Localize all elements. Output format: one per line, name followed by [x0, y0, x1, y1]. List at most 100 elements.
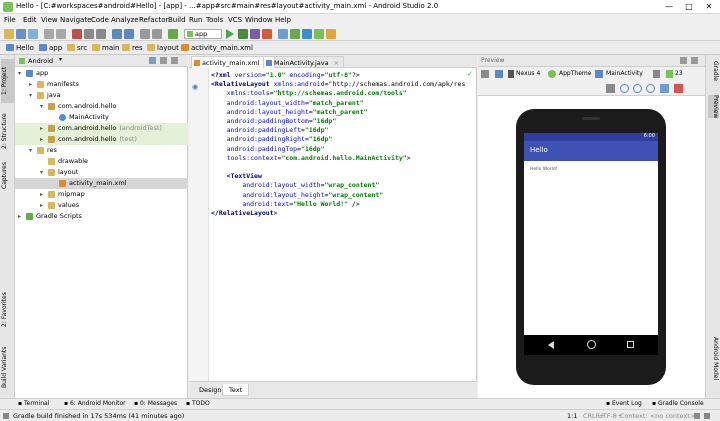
menu-file[interactable]: File [4, 16, 16, 24]
tree-item[interactable]: ▾ res [15, 145, 188, 156]
undo-icon[interactable] [44, 29, 54, 39]
menu-help[interactable]: Help [275, 16, 291, 24]
gear-icon[interactable] [680, 57, 687, 64]
todo-tool[interactable]: ▪ TODO [186, 400, 210, 407]
tool-tab-structure[interactable]: 2: Structure [1, 107, 14, 155]
menu-window[interactable]: Window [245, 16, 273, 24]
lock-icon[interactable] [694, 413, 700, 419]
render-errors-icon[interactable] [674, 84, 683, 93]
attach-debugger-icon[interactable] [250, 29, 260, 39]
zoom-actual-size-icon[interactable] [606, 84, 615, 93]
debug-icon[interactable] [238, 29, 248, 39]
editor-tab-main-activity[interactable]: MainActivity.java × [263, 56, 345, 68]
tree-item[interactable]: ▸ mipmap [15, 189, 188, 200]
refresh-icon[interactable] [660, 84, 669, 93]
tree-expand-icon[interactable]: ▸ [18, 211, 21, 222]
menu-view[interactable]: View [41, 16, 58, 24]
tool-tab-captures[interactable]: Captures [1, 159, 14, 193]
sync-icon[interactable] [28, 29, 38, 39]
minimize-button[interactable]: — [660, 1, 678, 12]
activity-select[interactable]: MainActivity [606, 70, 643, 77]
breadcrumb-res[interactable]: res [120, 43, 146, 53]
inspector-icon[interactable] [704, 413, 710, 419]
menu-code[interactable]: Code [91, 16, 109, 24]
run-icon[interactable] [226, 29, 234, 39]
android-monitor-tool[interactable]: ▪ 6: Android Monitor [64, 400, 126, 407]
project-view-mode[interactable]: Android [28, 57, 53, 65]
layout-options-icon[interactable] [481, 70, 489, 78]
tree-item[interactable]: ▾ com.android.hello [15, 101, 188, 112]
tree-item[interactable]: MainActivity [15, 112, 188, 123]
hide-panel-icon[interactable] [691, 57, 698, 64]
help-icon[interactable] [326, 29, 336, 39]
maximize-button[interactable]: □ [680, 1, 698, 12]
tree-item[interactable]: ▾ layout [15, 167, 188, 178]
breadcrumb-layout[interactable]: layout [145, 43, 182, 53]
menu-vcs[interactable]: VCS [228, 16, 242, 24]
device-select[interactable]: Nexus 4 [516, 70, 540, 77]
tree-item[interactable]: ▸ com.android.hello (test) [15, 134, 188, 145]
hide-panel-icon[interactable] [171, 57, 178, 64]
tree-expand-icon[interactable]: ▾ [40, 167, 43, 178]
close-icon[interactable]: × [334, 59, 339, 67]
tree-expand-icon[interactable]: ▾ [18, 68, 21, 79]
tree-expand-icon[interactable]: ▸ [40, 200, 43, 211]
tool-tab-project[interactable]: 1: Project [1, 59, 14, 103]
cut-icon[interactable] [72, 29, 82, 39]
menu-edit[interactable]: Edit [23, 16, 37, 24]
android-icon[interactable] [314, 29, 324, 39]
menu-refactor[interactable]: Refactor [139, 16, 168, 24]
tree-item[interactable]: ▾ java [15, 90, 188, 101]
tree-item[interactable]: activity_main.xml [15, 178, 188, 189]
close-button[interactable]: ✕ [700, 1, 718, 12]
tool-tab-favorites[interactable]: 2: Favorites [1, 287, 14, 333]
tree-item[interactable]: ▸ com.android.hello (androidTest) [15, 123, 188, 134]
context-indicator[interactable]: Context: <no context> [620, 412, 695, 420]
hello-world-text[interactable]: Hello World! [530, 167, 558, 172]
breadcrumb-src[interactable]: src [65, 43, 90, 53]
chevron-down-icon[interactable]: ▾ [59, 56, 62, 63]
sdk-manager-icon[interactable] [290, 29, 300, 39]
copy-icon[interactable] [84, 29, 94, 39]
tree-expand-icon[interactable]: ▾ [29, 145, 32, 156]
menu-run[interactable]: Run [189, 16, 202, 24]
navigate-to-activity-icon[interactable]: ◉ [192, 83, 198, 91]
tool-tab-preview[interactable]: Preview [708, 95, 719, 119]
breadcrumb-file[interactable]: activity_main.xml [179, 43, 256, 53]
event-log-tool[interactable]: ▪ Event Log [606, 400, 642, 407]
theme-select[interactable]: AppTheme [559, 70, 591, 77]
messages-tool[interactable]: ▪ 0: Messages [134, 400, 177, 407]
terminal-tool[interactable]: ▪ Terminal [18, 400, 49, 407]
menu-tools[interactable]: Tools [206, 16, 223, 24]
tool-tab-build-variants[interactable]: Build Variants [1, 341, 14, 393]
tool-tab-gradle[interactable]: Gradle [708, 61, 719, 81]
zoom-fit-icon[interactable] [620, 84, 629, 93]
zoom-out-icon[interactable] [646, 84, 655, 93]
api-level-select[interactable]: 23 [675, 70, 683, 77]
tab-text[interactable]: Text [222, 384, 250, 396]
make-project-icon[interactable] [168, 29, 178, 39]
paste-icon[interactable] [96, 29, 106, 39]
tool-windows-icon[interactable] [3, 413, 9, 419]
orientation-icon[interactable] [495, 70, 503, 78]
android-device-monitor-icon[interactable] [302, 29, 312, 39]
avd-manager-icon[interactable] [278, 29, 288, 39]
tree-expand-icon[interactable]: ▸ [29, 79, 32, 90]
gradle-console-tool[interactable]: ▪ Gradle Console [652, 400, 704, 407]
save-icon[interactable] [16, 29, 26, 39]
file-encoding[interactable]: UTF-8÷ [598, 412, 622, 420]
stop-icon[interactable] [262, 29, 272, 39]
menu-build[interactable]: Build [168, 16, 186, 24]
back-icon[interactable] [140, 29, 150, 39]
breadcrumb-app[interactable]: app [37, 43, 65, 53]
status-message[interactable]: Gradle build finished in 17s 534ms (41 m… [13, 412, 184, 420]
tree-expand-icon[interactable]: ▸ [40, 123, 43, 134]
tree-item[interactable]: ▸ values [15, 200, 188, 211]
menu-analyze[interactable]: Analyze [111, 16, 139, 24]
tool-tab-android-model[interactable]: Android Model [708, 337, 719, 380]
tree-expand-icon[interactable]: ▾ [29, 90, 32, 101]
tree-item[interactable]: drawable [15, 156, 188, 167]
redo-icon[interactable] [56, 29, 66, 39]
tree-item[interactable]: ▸ manifests [15, 79, 188, 90]
sync-icon[interactable] [149, 57, 156, 64]
